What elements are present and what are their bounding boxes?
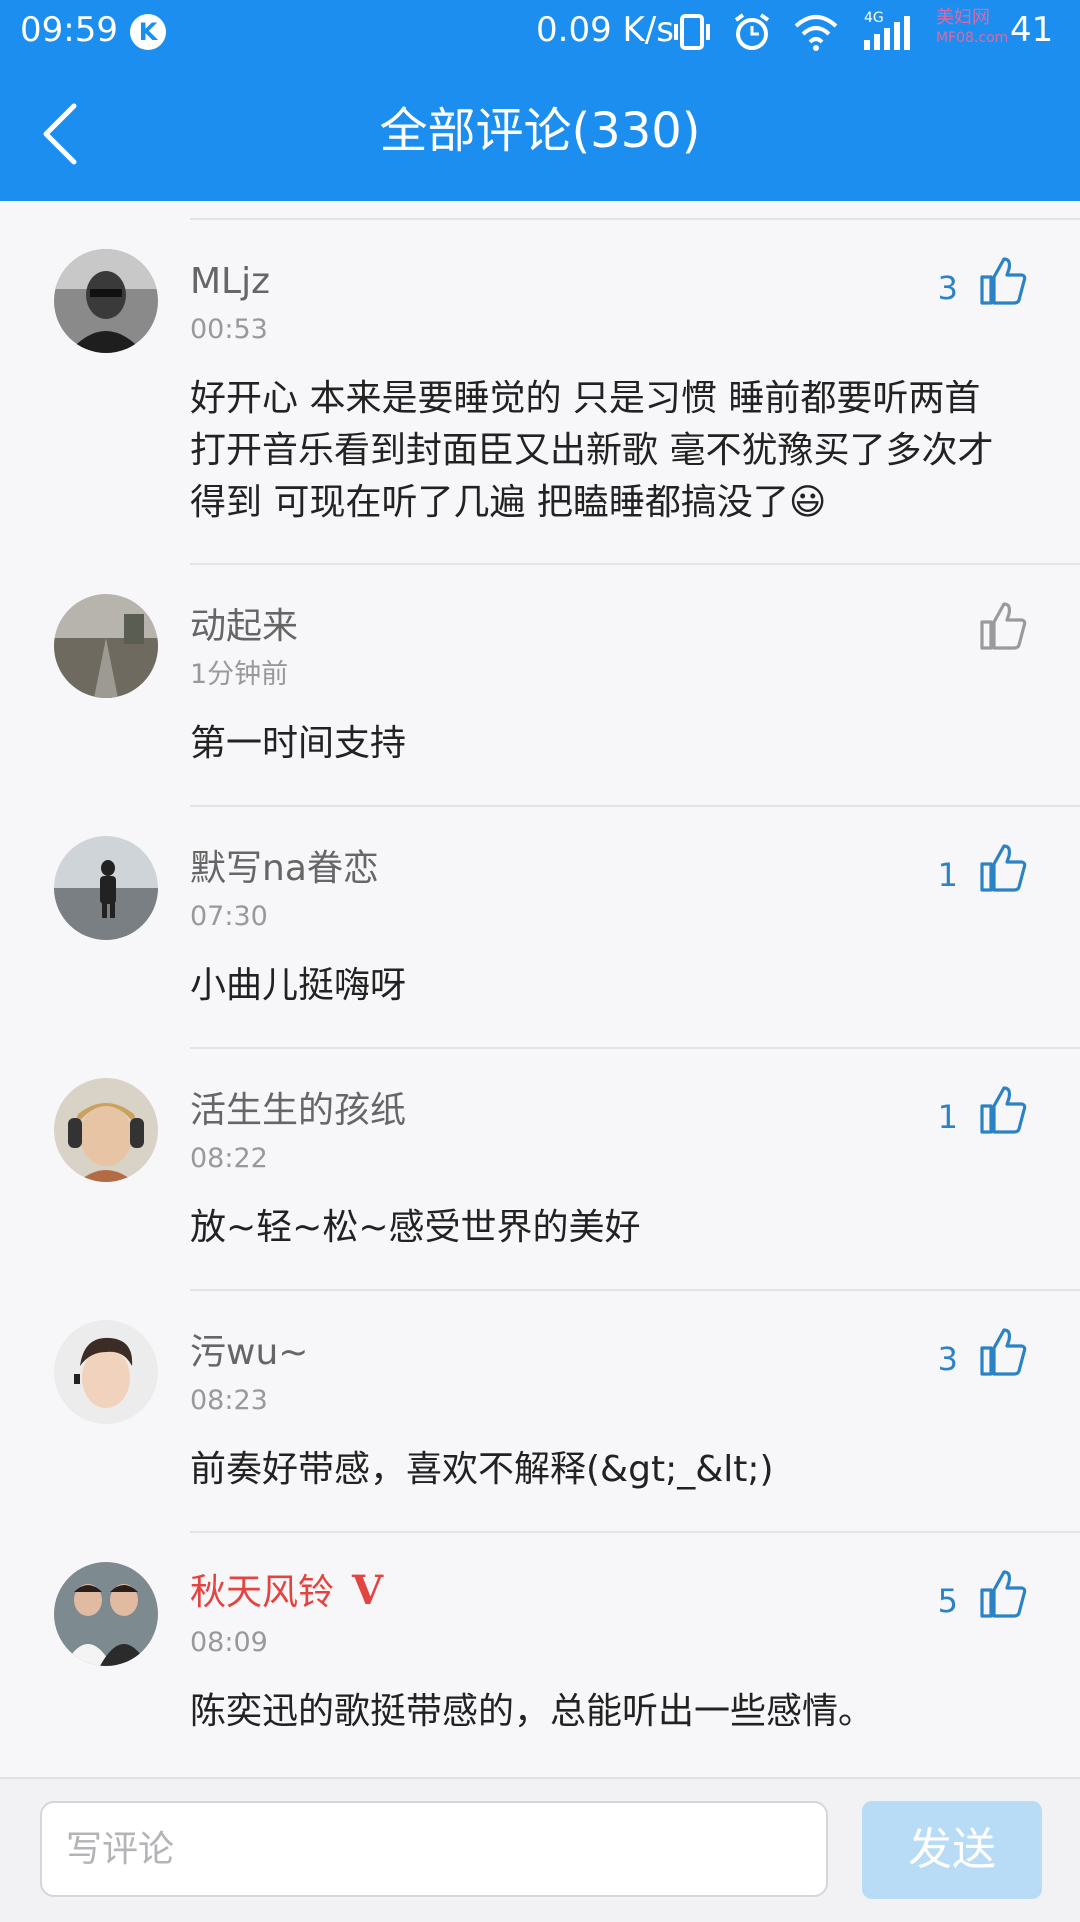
thumbs-up-icon	[980, 1328, 1027, 1376]
watermark-url: MF08.com	[936, 30, 1009, 46]
avatar[interactable]	[54, 836, 158, 940]
like-button[interactable]: 3	[918, 1326, 1028, 1382]
comment-text: 放~轻~松~感受世界的美好	[190, 1207, 641, 1248]
username-text: 秋天风铃	[190, 1572, 335, 1613]
comment-username[interactable]: MLjz	[190, 259, 270, 305]
signal-icon	[864, 16, 910, 50]
thumbs-up-icon	[980, 257, 1027, 305]
avatar[interactable]	[54, 249, 158, 353]
comment-username[interactable]: 默写na眷恋	[190, 846, 379, 892]
send-button[interactable]: 发送	[862, 1801, 1042, 1899]
network-speed: 0.09 K/s	[536, 10, 674, 50]
comment-time: 08:22	[190, 1143, 268, 1174]
divider	[190, 805, 1080, 807]
comment-text: 第一时间支持	[190, 723, 407, 764]
comment-username[interactable]: 动起来	[190, 604, 298, 650]
comment-input[interactable]	[40, 1801, 828, 1897]
status-time: 09:59	[20, 10, 118, 50]
avatar[interactable]	[54, 1078, 158, 1182]
like-count: 1	[937, 856, 958, 894]
thumbs-up-icon	[980, 602, 1027, 650]
divider	[190, 563, 1080, 565]
divider	[190, 1531, 1080, 1533]
divider	[190, 1047, 1080, 1049]
like-count: 3	[937, 1340, 958, 1378]
thumbs-up-icon	[980, 1086, 1027, 1134]
like-count: 3	[937, 269, 958, 307]
title-bar: 全部评论(330)	[0, 64, 1080, 201]
like-button[interactable]: 1	[918, 842, 1028, 898]
wifi-icon	[794, 15, 838, 51]
like-button[interactable]	[968, 600, 1028, 656]
alarm-icon	[734, 13, 770, 50]
comment-composer: 发送	[0, 1777, 1080, 1922]
comment-time: 00:53	[190, 314, 268, 345]
like-count: 5	[937, 1582, 958, 1620]
comment-username[interactable]: 活生生的孩纸	[190, 1088, 406, 1134]
comment-username[interactable]: 污wu~	[190, 1330, 308, 1376]
avatar[interactable]	[54, 1562, 158, 1666]
thumbs-up-icon	[980, 844, 1027, 892]
comment-text: 陈奕迅的歌挺带感的，总能听出一些感情。	[190, 1691, 875, 1732]
thumbs-up-icon	[980, 1570, 1027, 1618]
app-notification-icon: K	[130, 14, 166, 50]
comment-text: 小曲儿挺嗨呀	[190, 965, 407, 1006]
watermark-text: 美妇网	[936, 7, 990, 28]
like-button[interactable]: 5	[918, 1568, 1028, 1624]
avatar[interactable]	[54, 1320, 158, 1424]
comment-text: 好开心 本来是要睡觉的 只是习惯 睡前都要听两首 打开音乐看到封面臣又出新歌 毫…	[190, 378, 994, 523]
comment-time: 1分钟前	[190, 659, 289, 690]
comment-username[interactable]: 秋天风铃 V	[190, 1568, 383, 1616]
status-bar: 09:59 K 0.09 K/s 4G 美妇网 MF08.com 41	[0, 0, 1080, 64]
verified-badge: V	[352, 1567, 384, 1614]
page-title: 全部评论(330)	[379, 103, 701, 159]
comment-time: 08:23	[190, 1385, 268, 1416]
comment-list[interactable]: MLjz 00:53 3 好开心 本来是要睡觉的 只是习惯 睡前都要听两首 打开…	[0, 201, 1080, 1777]
like-count: 1	[937, 1098, 958, 1136]
divider	[190, 218, 1080, 220]
battery-level: 41	[1010, 10, 1054, 50]
comment-text: 前奏好带感，喜欢不解释(&gt;_&lt;)	[190, 1449, 774, 1490]
comment-time: 08:09	[190, 1627, 268, 1658]
divider	[190, 1289, 1080, 1291]
like-button[interactable]: 1	[918, 1084, 1028, 1140]
comment-time: 07:30	[190, 901, 268, 932]
vibrate-icon	[674, 14, 710, 50]
avatar[interactable]	[54, 594, 158, 698]
like-button[interactable]: 3	[918, 255, 1028, 311]
